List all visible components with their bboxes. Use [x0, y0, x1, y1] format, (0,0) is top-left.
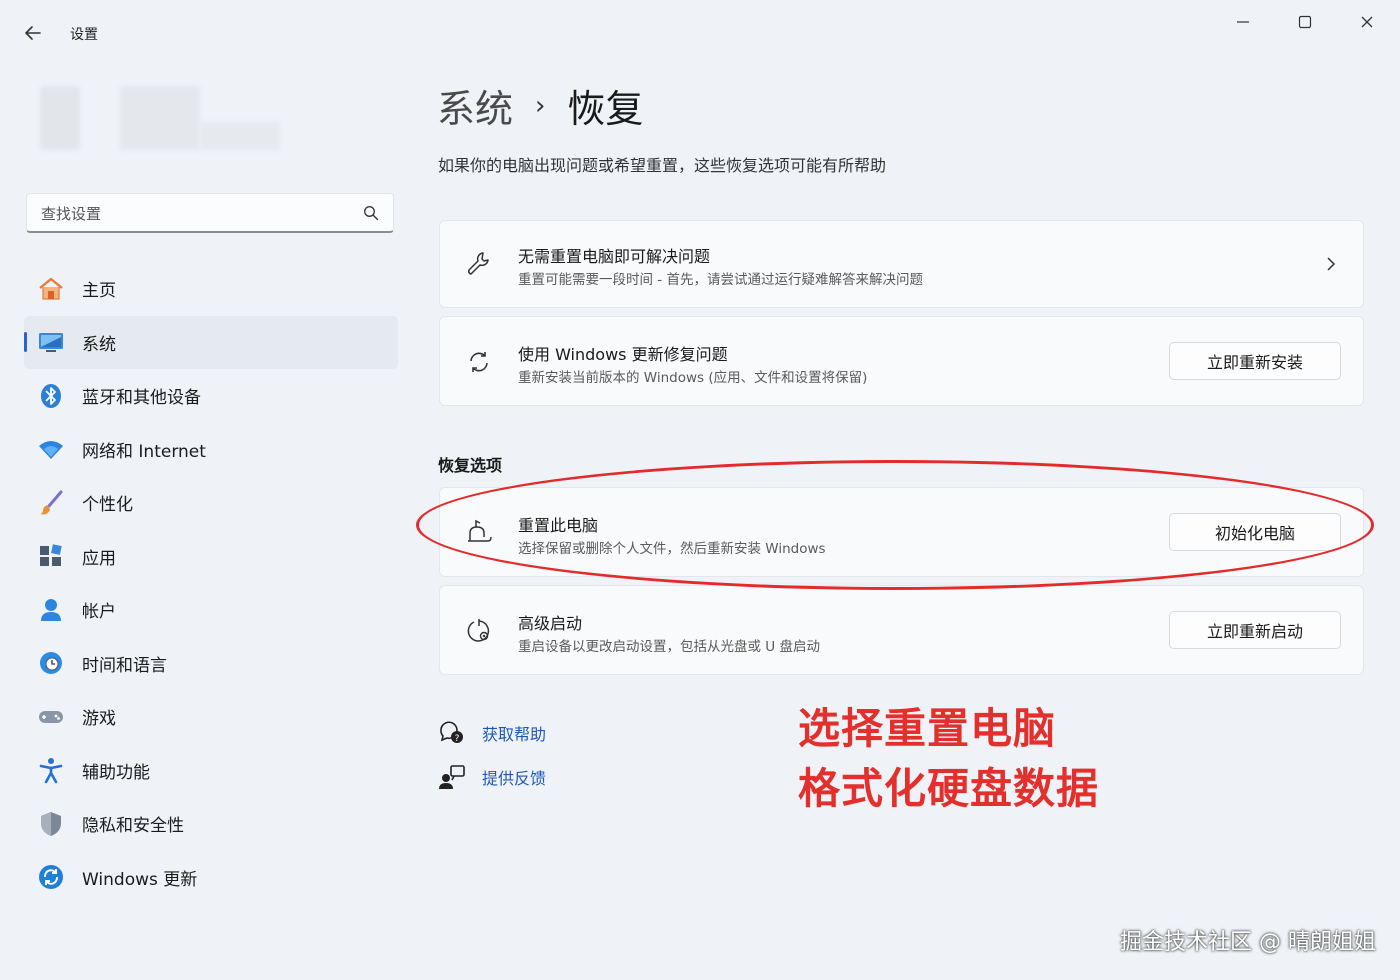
profile-email-blurred: [200, 122, 280, 150]
home-icon: [36, 274, 66, 304]
sidebar-item-label: 系统: [82, 334, 116, 355]
help-chat-icon: ?: [440, 721, 463, 744]
feedback-icon: [439, 765, 465, 789]
card-subtitle: 选择保留或删除个人文件，然后重新安装 Windows: [518, 541, 826, 557]
sidebar-item-label: Windows 更新: [82, 869, 198, 890]
reset-pc-icon: [464, 516, 494, 546]
system-icon: [36, 327, 66, 357]
search-icon[interactable]: [363, 205, 379, 221]
maximize-icon: [1298, 15, 1312, 29]
minimize-icon: [1237, 21, 1249, 23]
update-icon: [36, 862, 66, 892]
sidebar-item-label: 帐户: [82, 602, 116, 623]
minimize-button[interactable]: [1220, 8, 1266, 36]
link-label[interactable]: 提供反馈: [482, 765, 546, 789]
sidebar-item-label: 游戏: [82, 709, 116, 730]
back-arrow-icon: [25, 26, 41, 40]
chevron-right-icon[interactable]: [1321, 254, 1341, 274]
page-title: 恢复: [567, 87, 644, 131]
sidebar-item-accessibility[interactable]: 辅助功能: [24, 744, 398, 798]
reset-pc-card: 重置此电脑 选择保留或删除个人文件，然后重新安装 Windows 初始化电脑: [439, 487, 1364, 577]
breadcrumb-parent[interactable]: 系统: [437, 78, 513, 133]
troubleshoot-card[interactable]: 无需重置电脑即可解决问题 重置可能需要一段时间 - 首先，请尝试通过运行疑难解答…: [439, 220, 1364, 308]
sidebar-item-bluetooth[interactable]: 蓝牙和其他设备: [24, 369, 398, 423]
wrench-icon: [464, 249, 494, 279]
breadcrumb: 系统 › 恢复: [437, 78, 643, 133]
give-feedback-link[interactable]: 提供反馈: [438, 764, 546, 790]
active-indicator: [24, 331, 27, 352]
search-input[interactable]: [39, 202, 353, 226]
card-subtitle: 重置可能需要一段时间 - 首先，请尝试通过运行疑难解答来解决问题: [518, 272, 923, 288]
reset-pc-button[interactable]: 初始化电脑: [1169, 513, 1341, 551]
bluetooth-icon: [36, 381, 66, 411]
breadcrumb-separator: ›: [535, 90, 546, 121]
sidebar-item-network[interactable]: 网络和 Internet: [24, 423, 398, 477]
card-title: 使用 Windows 更新修复问题: [518, 345, 728, 364]
avatar: [40, 86, 80, 150]
app-title: 设置: [70, 27, 98, 43]
restart-now-button[interactable]: 立即重新启动: [1169, 611, 1341, 649]
sidebar-item-time-language[interactable]: 时间和语言: [24, 637, 398, 691]
accessibility-icon: [36, 755, 66, 785]
sidebar-item-windows-update[interactable]: Windows 更新: [24, 851, 398, 905]
search-box[interactable]: [26, 193, 394, 233]
card-subtitle: 重启设备以更改启动设置，包括从光盘或 U 盘启动: [518, 639, 820, 655]
wifi-icon: [36, 434, 66, 464]
profile-name-blurred: [120, 86, 200, 150]
sidebar-item-label: 应用: [82, 548, 116, 569]
apps-icon: [36, 541, 66, 571]
sidebar-nav: 主页 系统 蓝牙和其他设备 网络和 Internet 个性化 应用 帐户 时间和…: [24, 262, 398, 904]
windows-update-repair-card: 使用 Windows 更新修复问题 重新安装当前版本的 Windows (应用、…: [439, 316, 1364, 406]
close-icon: [1361, 16, 1373, 28]
sidebar-item-privacy[interactable]: 隐私和安全性: [24, 797, 398, 851]
advanced-startup-card: 高级启动 重启设备以更改启动设置，包括从光盘或 U 盘启动 立即重新启动: [439, 585, 1364, 675]
sync-icon: [464, 347, 494, 377]
watermark: 掘金技术社区 @ 晴朗姐姐: [1120, 930, 1376, 955]
title-bar: 设置: [0, 0, 1400, 64]
section-title: 恢复选项: [438, 456, 503, 475]
sidebar-item-system[interactable]: 系统: [24, 315, 398, 369]
card-title: 高级启动: [518, 614, 583, 633]
sidebar-item-apps[interactable]: 应用: [24, 530, 398, 584]
sidebar-item-label: 辅助功能: [82, 762, 150, 783]
sidebar-item-label: 隐私和安全性: [82, 816, 184, 837]
card-title: 重置此电脑: [518, 516, 599, 535]
gamepad-icon: [36, 702, 66, 732]
close-button[interactable]: [1344, 8, 1390, 36]
sidebar-item-personalization[interactable]: 个性化: [24, 476, 398, 530]
sidebar-item-label: 网络和 Internet: [82, 441, 206, 462]
sidebar-item-label: 主页: [82, 281, 116, 302]
link-label[interactable]: 获取帮助: [482, 721, 546, 745]
annotation-line-1: 选择重置电脑: [798, 704, 1057, 753]
card-title: 无需重置电脑即可解决问题: [518, 247, 711, 266]
sidebar-item-label: 时间和语言: [82, 655, 167, 676]
brush-icon: [36, 488, 66, 518]
get-help-link[interactable]: ? 获取帮助: [438, 720, 546, 746]
sidebar-item-home[interactable]: 主页: [24, 262, 398, 316]
svg-text:?: ?: [455, 734, 460, 744]
maximize-button[interactable]: [1282, 8, 1328, 36]
card-subtitle: 重新安装当前版本的 Windows (应用、文件和设置将保留): [518, 370, 868, 386]
page-description: 如果你的电脑出现问题或希望重置，这些恢复选项可能有所帮助: [438, 156, 887, 175]
back-button[interactable]: [18, 18, 48, 48]
annotation-line-2: 格式化硬盘数据: [798, 764, 1100, 813]
shield-icon: [36, 809, 66, 839]
restart-gear-icon: [464, 616, 494, 646]
sidebar-item-accounts[interactable]: 帐户: [24, 583, 398, 637]
clock-globe-icon: [36, 648, 66, 678]
account-icon: [36, 595, 66, 625]
reinstall-now-button[interactable]: 立即重新安装: [1169, 342, 1341, 380]
sidebar-item-gaming[interactable]: 游戏: [24, 690, 398, 744]
sidebar-item-label: 蓝牙和其他设备: [82, 388, 201, 409]
sidebar-item-label: 个性化: [82, 495, 133, 516]
